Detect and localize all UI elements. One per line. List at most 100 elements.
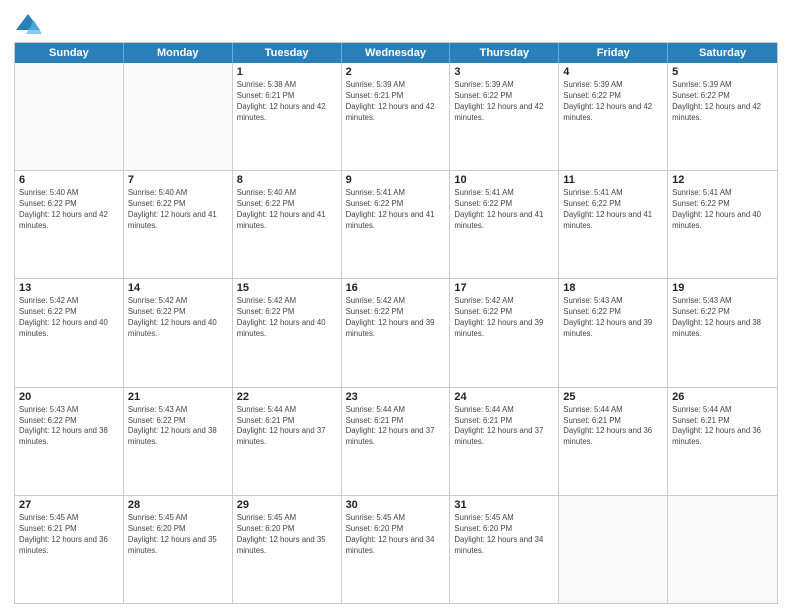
calendar-cell: 28 Sunrise: 5:45 AM Sunset: 6:20 PM Dayli… <box>124 496 233 603</box>
day-number: 4 <box>563 66 663 78</box>
calendar-cell: 30 Sunrise: 5:45 AM Sunset: 6:20 PM Dayli… <box>342 496 451 603</box>
calendar-cell <box>15 63 124 170</box>
day-info: Sunrise: 5:45 AM Sunset: 6:20 PM Dayligh… <box>237 513 337 557</box>
calendar-week-3: 13 Sunrise: 5:42 AM Sunset: 6:22 PM Dayli… <box>15 278 777 386</box>
day-info: Sunrise: 5:41 AM Sunset: 6:22 PM Dayligh… <box>346 188 446 232</box>
calendar-cell: 3 Sunrise: 5:39 AM Sunset: 6:22 PM Daylig… <box>450 63 559 170</box>
day-info: Sunrise: 5:44 AM Sunset: 6:21 PM Dayligh… <box>672 405 773 449</box>
day-info: Sunrise: 5:39 AM Sunset: 6:22 PM Dayligh… <box>672 80 773 124</box>
day-info: Sunrise: 5:42 AM Sunset: 6:22 PM Dayligh… <box>346 296 446 340</box>
day-number: 28 <box>128 499 228 511</box>
page-header <box>14 10 778 38</box>
day-info: Sunrise: 5:41 AM Sunset: 6:22 PM Dayligh… <box>672 188 773 232</box>
day-number: 24 <box>454 391 554 403</box>
day-info: Sunrise: 5:39 AM Sunset: 6:22 PM Dayligh… <box>454 80 554 124</box>
day-info: Sunrise: 5:43 AM Sunset: 6:22 PM Dayligh… <box>563 296 663 340</box>
calendar-week-4: 20 Sunrise: 5:43 AM Sunset: 6:22 PM Dayli… <box>15 387 777 495</box>
calendar-cell <box>668 496 777 603</box>
calendar-cell: 5 Sunrise: 5:39 AM Sunset: 6:22 PM Daylig… <box>668 63 777 170</box>
calendar-cell: 11 Sunrise: 5:41 AM Sunset: 6:22 PM Dayli… <box>559 171 668 278</box>
day-info: Sunrise: 5:39 AM Sunset: 6:21 PM Dayligh… <box>346 80 446 124</box>
calendar-cell <box>559 496 668 603</box>
day-number: 9 <box>346 174 446 186</box>
day-number: 26 <box>672 391 773 403</box>
day-number: 31 <box>454 499 554 511</box>
calendar-cell: 13 Sunrise: 5:42 AM Sunset: 6:22 PM Dayli… <box>15 279 124 386</box>
calendar-body: 1Sunrise: 5:38 AM Sunset: 6:21 PM Daylig… <box>15 63 777 603</box>
calendar-cell: 19 Sunrise: 5:43 AM Sunset: 6:22 PM Dayli… <box>668 279 777 386</box>
day-info: Sunrise: 5:42 AM Sunset: 6:22 PM Dayligh… <box>128 296 228 340</box>
day-info: Sunrise: 5:45 AM Sunset: 6:20 PM Dayligh… <box>346 513 446 557</box>
day-info: Sunrise: 5:43 AM Sunset: 6:22 PM Dayligh… <box>672 296 773 340</box>
day-info: Sunrise: 5:44 AM Sunset: 6:21 PM Dayligh… <box>563 405 663 449</box>
calendar-cell: 25Sunrise: 5:44 AM Sunset: 6:21 PM Dayli… <box>559 388 668 495</box>
day-info: Sunrise: 5:44 AM Sunset: 6:21 PM Dayligh… <box>346 405 446 449</box>
day-number: 14 <box>128 282 228 294</box>
calendar-cell: 18Sunrise: 5:43 AM Sunset: 6:22 PM Dayli… <box>559 279 668 386</box>
calendar-cell: 20 Sunrise: 5:43 AM Sunset: 6:22 PM Dayli… <box>15 388 124 495</box>
day-info: Sunrise: 5:43 AM Sunset: 6:22 PM Dayligh… <box>19 405 119 449</box>
day-number: 19 <box>672 282 773 294</box>
calendar-cell: 7Sunrise: 5:40 AM Sunset: 6:22 PM Daylig… <box>124 171 233 278</box>
day-number: 3 <box>454 66 554 78</box>
day-number: 21 <box>128 391 228 403</box>
day-number: 8 <box>237 174 337 186</box>
day-info: Sunrise: 5:40 AM Sunset: 6:22 PM Dayligh… <box>128 188 228 232</box>
day-info: Sunrise: 5:40 AM Sunset: 6:22 PM Dayligh… <box>237 188 337 232</box>
calendar-cell: 9 Sunrise: 5:41 AM Sunset: 6:22 PM Daylig… <box>342 171 451 278</box>
day-info: Sunrise: 5:45 AM Sunset: 6:21 PM Dayligh… <box>19 513 119 557</box>
calendar-cell: 15 Sunrise: 5:42 AM Sunset: 6:22 PM Dayli… <box>233 279 342 386</box>
header-day-sunday: Sunday <box>15 43 124 63</box>
calendar-cell: 21 Sunrise: 5:43 AM Sunset: 6:22 PM Dayli… <box>124 388 233 495</box>
calendar-cell: 4 Sunrise: 5:39 AM Sunset: 6:22 PM Daylig… <box>559 63 668 170</box>
day-number: 27 <box>19 499 119 511</box>
day-info: Sunrise: 5:39 AM Sunset: 6:22 PM Dayligh… <box>563 80 663 124</box>
calendar-cell: 24 Sunrise: 5:44 AM Sunset: 6:21 PM Dayli… <box>450 388 559 495</box>
day-info: Sunrise: 5:42 AM Sunset: 6:22 PM Dayligh… <box>19 296 119 340</box>
calendar-cell: 26 Sunrise: 5:44 AM Sunset: 6:21 PM Dayli… <box>668 388 777 495</box>
calendar-cell: 1Sunrise: 5:38 AM Sunset: 6:21 PM Daylig… <box>233 63 342 170</box>
day-number: 1 <box>237 66 337 78</box>
header-day-tuesday: Tuesday <box>233 43 342 63</box>
calendar-week-1: 1Sunrise: 5:38 AM Sunset: 6:21 PM Daylig… <box>15 63 777 170</box>
calendar-header: SundayMondayTuesdayWednesdayThursdayFrid… <box>15 43 777 63</box>
day-number: 11 <box>563 174 663 186</box>
day-number: 20 <box>19 391 119 403</box>
day-number: 16 <box>346 282 446 294</box>
logo-icon <box>14 10 42 38</box>
calendar-cell: 27 Sunrise: 5:45 AM Sunset: 6:21 PM Dayli… <box>15 496 124 603</box>
calendar-cell: 31 Sunrise: 5:45 AM Sunset: 6:20 PM Dayli… <box>450 496 559 603</box>
day-info: Sunrise: 5:45 AM Sunset: 6:20 PM Dayligh… <box>128 513 228 557</box>
day-number: 30 <box>346 499 446 511</box>
day-info: Sunrise: 5:40 AM Sunset: 6:22 PM Dayligh… <box>19 188 119 232</box>
day-info: Sunrise: 5:41 AM Sunset: 6:22 PM Dayligh… <box>454 188 554 232</box>
day-info: Sunrise: 5:42 AM Sunset: 6:22 PM Dayligh… <box>237 296 337 340</box>
calendar-cell: 12 Sunrise: 5:41 AM Sunset: 6:22 PM Dayli… <box>668 171 777 278</box>
calendar-cell: 17 Sunrise: 5:42 AM Sunset: 6:22 PM Dayli… <box>450 279 559 386</box>
day-number: 13 <box>19 282 119 294</box>
day-info: Sunrise: 5:45 AM Sunset: 6:20 PM Dayligh… <box>454 513 554 557</box>
header-day-friday: Friday <box>559 43 668 63</box>
day-info: Sunrise: 5:43 AM Sunset: 6:22 PM Dayligh… <box>128 405 228 449</box>
calendar-cell: 16 Sunrise: 5:42 AM Sunset: 6:22 PM Dayli… <box>342 279 451 386</box>
day-number: 29 <box>237 499 337 511</box>
day-number: 15 <box>237 282 337 294</box>
header-day-monday: Monday <box>124 43 233 63</box>
day-number: 22 <box>237 391 337 403</box>
calendar-cell: 29 Sunrise: 5:45 AM Sunset: 6:20 PM Dayli… <box>233 496 342 603</box>
day-number: 23 <box>346 391 446 403</box>
day-info: Sunrise: 5:41 AM Sunset: 6:22 PM Dayligh… <box>563 188 663 232</box>
calendar-week-2: 6 Sunrise: 5:40 AM Sunset: 6:22 PM Daylig… <box>15 170 777 278</box>
header-day-saturday: Saturday <box>668 43 777 63</box>
day-number: 12 <box>672 174 773 186</box>
day-info: Sunrise: 5:44 AM Sunset: 6:21 PM Dayligh… <box>454 405 554 449</box>
day-info: Sunrise: 5:42 AM Sunset: 6:22 PM Dayligh… <box>454 296 554 340</box>
day-number: 6 <box>19 174 119 186</box>
calendar-cell: 23 Sunrise: 5:44 AM Sunset: 6:21 PM Dayli… <box>342 388 451 495</box>
day-number: 5 <box>672 66 773 78</box>
calendar: SundayMondayTuesdayWednesdayThursdayFrid… <box>14 42 778 604</box>
calendar-cell <box>124 63 233 170</box>
calendar-cell: 6 Sunrise: 5:40 AM Sunset: 6:22 PM Daylig… <box>15 171 124 278</box>
day-number: 17 <box>454 282 554 294</box>
calendar-week-5: 27 Sunrise: 5:45 AM Sunset: 6:21 PM Dayli… <box>15 495 777 603</box>
